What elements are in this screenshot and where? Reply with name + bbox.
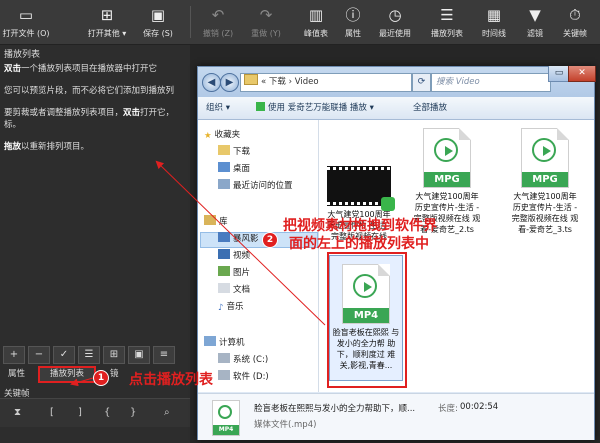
step1-text: 点击播放列表 <box>129 372 213 388</box>
step2-text-line2: 面的左上的播放列表中 <box>289 236 429 252</box>
step1-number: 1 <box>93 370 109 386</box>
step2-number: 2 <box>262 232 278 248</box>
click-arrow <box>70 377 94 387</box>
step2-text-line1: 把视频素材拖拽到软件界 <box>283 218 437 234</box>
